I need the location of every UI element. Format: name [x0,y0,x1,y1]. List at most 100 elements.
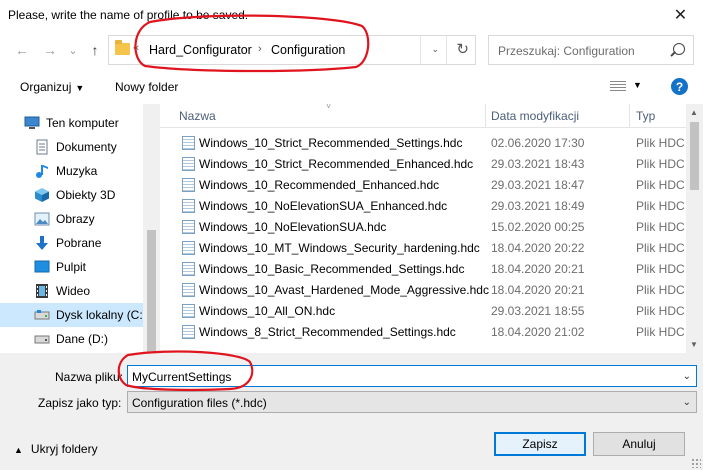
file-date: 29.03.2021 18:49 [491,199,585,213]
file-row[interactable]: Windows_10_Strict_Recommended_Settings.h… [160,132,686,153]
sort-indicator-icon: ˅ [326,104,332,111]
nav-item-3d-objects[interactable]: Obiekty 3D [0,183,143,207]
nav-item-label: Muzyka [56,164,98,178]
new-folder-button[interactable]: Nowy folder [115,80,178,94]
file-list-scrollbar[interactable]: ▲ ▼ [686,104,703,353]
chevron-down-icon[interactable]: ⌄ [683,371,691,382]
file-date: 02.06.2020 17:30 [491,136,585,150]
chevron-down-icon[interactable]: ⌄ [683,397,691,408]
forward-button[interactable]: → [40,40,60,60]
breadcrumb-separator-icon[interactable]: › [258,43,262,55]
hdc-file-icon [182,220,195,234]
file-date: 18.04.2020 20:22 [491,241,585,255]
nav-item-pictures[interactable]: Obrazy [0,207,143,231]
nav-item-label: Pulpit [56,260,87,274]
resize-grip-icon[interactable] [691,458,701,468]
column-header-name[interactable]: Nazwa [179,109,216,123]
file-type: Plik HDC [636,304,685,318]
organize-button[interactable]: Organizuj ▼ [20,80,84,94]
nav-item-label: Obrazy [56,212,95,226]
refresh-icon[interactable]: ↻ [456,40,469,58]
navigation-pane: Ten komputer Dokumenty Muzyka Obiekty 3D… [0,104,160,353]
view-dropdown-icon[interactable]: ▼ [633,80,642,90]
file-type: Plik HDC [636,199,685,213]
view-details-icon[interactable] [610,80,626,92]
overflow-chevron-icon[interactable]: « [133,42,139,54]
nav-item-music[interactable]: Muzyka [0,159,143,183]
file-row[interactable]: Windows_10_Avast_Hardened_Mode_Aggressiv… [160,279,686,300]
file-date: 18.04.2020 21:02 [491,325,585,339]
file-type: Plik HDC [636,178,685,192]
back-button[interactable]: ← [12,40,32,60]
filename-input[interactable]: MyCurrentSettings [132,370,231,384]
caret-down-icon: ▼ [75,83,85,93]
nav-item-data-d[interactable]: Dane (D:) [0,327,143,351]
music-icon [34,164,50,178]
caret-up-icon: ▲ [14,445,23,455]
nav-item-label: Obiekty 3D [56,188,116,202]
file-name: Windows_10_NoElevationSUA_Enhanced.hdc [199,199,448,213]
nav-item-local-disk-c[interactable]: Dysk lokalny (C:) [0,303,143,327]
file-row[interactable]: Windows_10_MT_Windows_Security_hardening… [160,237,686,258]
file-row[interactable]: Windows_10_Recommended_Enhanced.hdc 29.03… [160,174,686,195]
file-type: Plik HDC [636,325,685,339]
hdc-file-icon [182,178,195,192]
column-divider[interactable] [629,104,630,128]
nav-pane-scrollbar[interactable] [143,104,160,353]
close-button[interactable]: ✕ [658,0,703,30]
scroll-down-icon[interactable]: ▼ [690,340,698,349]
cancel-button[interactable]: Anuluj [593,432,685,456]
nav-item-label: Wideo [56,284,91,298]
nav-item-downloads[interactable]: Pobrane [0,231,143,255]
file-list-scroll-thumb[interactable] [690,122,699,190]
hide-folders-button[interactable]: ▲ Ukryj foldery [14,442,98,456]
up-button[interactable]: ↑ [85,40,105,60]
window-title: Please, write the name of profile to be … [8,8,249,22]
file-row[interactable]: Windows_10_NoElevationSUA.hdc 15.02.2020 … [160,216,686,237]
scroll-up-icon[interactable]: ▲ [690,108,698,117]
nav-item-documents[interactable]: Dokumenty [0,135,143,159]
video-icon [34,284,50,298]
column-header-date[interactable]: Data modyfikacji [491,109,579,123]
new-folder-label: Nowy folder [115,80,179,94]
nav-item-video[interactable]: Wideo [0,279,143,303]
file-row[interactable]: Windows_10_Strict_Recommended_Enhanced.h… [160,153,686,174]
breadcrumb-configuration[interactable]: Configuration [271,43,345,57]
filename-field[interactable]: MyCurrentSettings ⌄ [127,365,697,387]
file-name: Windows_10_NoElevationSUA.hdc [199,220,387,234]
column-header-type[interactable]: Typ [636,109,655,123]
file-type: Plik HDC [636,262,685,276]
search-box[interactable]: Przeszukaj: Configuration [488,35,694,65]
file-date: 29.03.2021 18:43 [491,157,585,171]
forward-arrow-icon: → [43,42,57,58]
address-bar[interactable]: « Hard_Configurator › Configuration ⌄ ↻ [108,35,476,65]
file-type: Plik HDC [636,283,685,297]
hdc-file-icon [182,241,195,255]
back-arrow-icon: ← [15,42,29,58]
folder-icon [115,40,130,55]
save-button[interactable]: Zapisz [494,432,586,456]
nav-item-this-pc[interactable]: Ten komputer [0,111,143,135]
file-name: Windows_10_MT_Windows_Security_hardening… [199,241,480,255]
file-row[interactable]: Windows_10_Basic_Recommended_Settings.hd… [160,258,686,279]
objects3d-icon [34,188,50,202]
file-date: 15.02.2020 00:25 [491,220,585,234]
file-name: Windows_10_Strict_Recommended_Settings.h… [199,136,463,150]
filetype-select[interactable]: Configuration files (*.hdc) ⌄ [127,391,697,413]
breadcrumb-hard-configurator[interactable]: Hard_Configurator [149,43,252,57]
help-icon[interactable]: ? [671,78,688,95]
search-icon[interactable] [673,43,685,55]
filename-label: Nazwa pliku: [55,370,124,384]
up-arrow-icon: ↑ [91,42,99,58]
nav-item-desktop[interactable]: Pulpit [0,255,143,279]
recent-locations-button[interactable]: ⌄ [63,40,83,60]
file-row[interactable]: Windows_10_NoElevationSUA_Enhanced.hdc 29… [160,195,686,216]
nav-pane-scroll-thumb[interactable] [147,230,156,353]
file-row[interactable]: Windows_10_All_ON.hdc 29.03.2021 18:55 Pli… [160,300,686,321]
file-row[interactable]: Windows_8_Strict_Recommended_Settings.hd… [160,321,686,342]
nav-item-label: Dane (D:) [56,332,109,346]
search-input[interactable]: Przeszukaj: Configuration [498,44,635,58]
column-divider[interactable] [485,104,486,128]
file-list: ˅ Nazwa Data modyfikacji Typ Windows_10_… [160,104,703,353]
address-dropdown-icon[interactable]: ⌄ [431,44,439,55]
